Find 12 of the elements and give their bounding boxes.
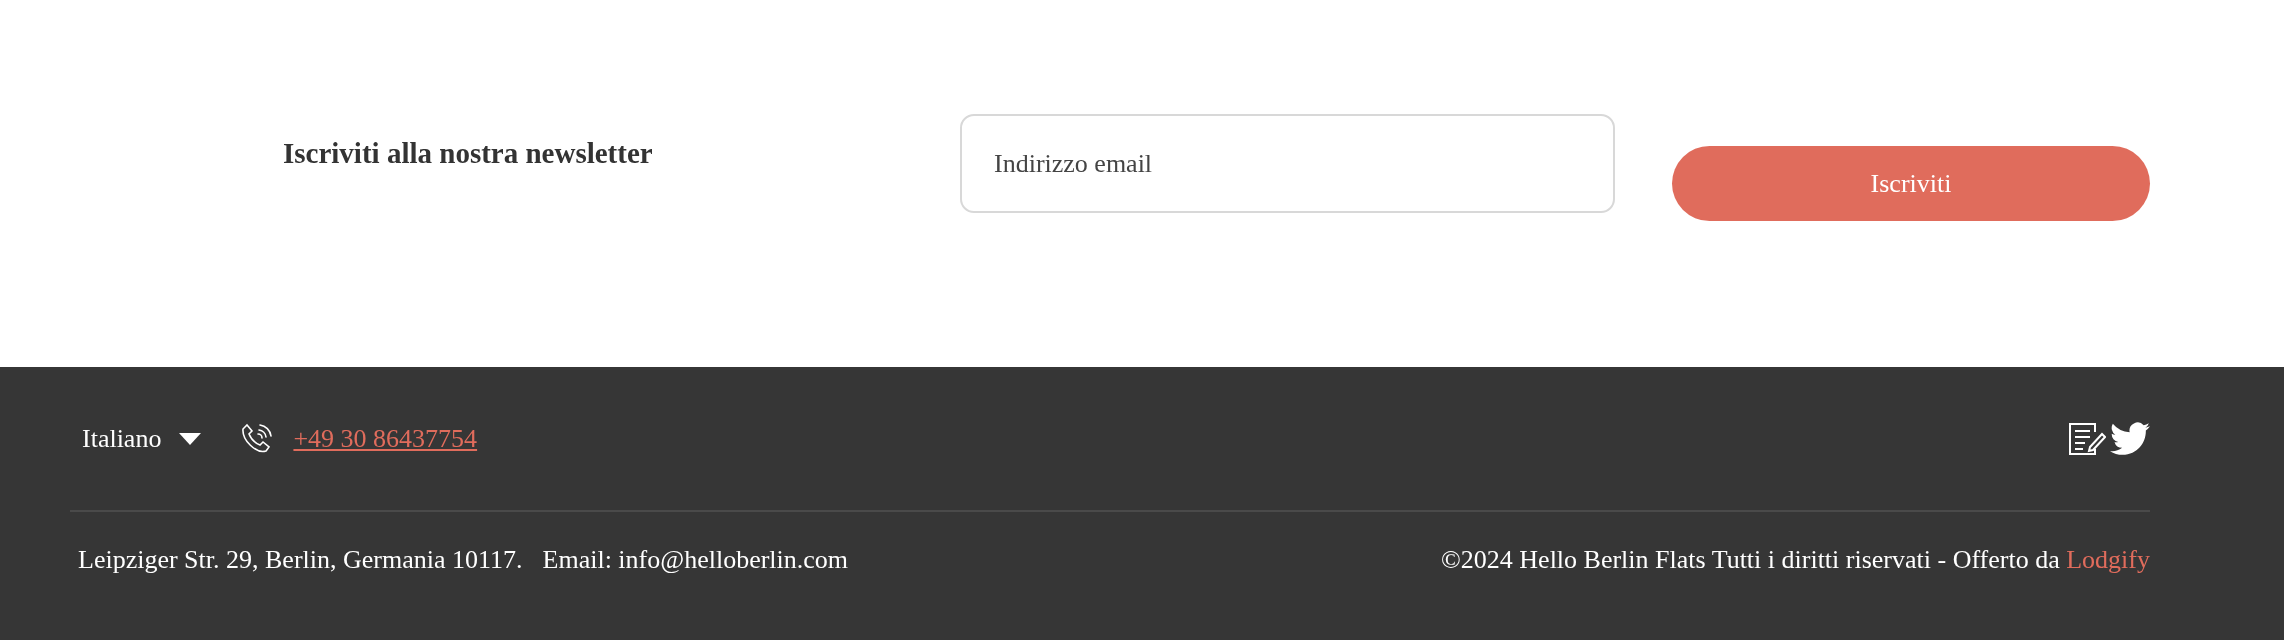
email-field[interactable]: Indirizzo email [960, 114, 1615, 213]
newsletter-title: Iscriviti alla nostra newsletter [283, 137, 654, 170]
phone-link[interactable]: +49 30 86437754 [293, 423, 478, 454]
language-selector[interactable]: Italiano [82, 423, 202, 454]
copyright-text: ©2024 Hello Berlin Flats Tutti i diritti riservati - Offerto da Lodgify [1441, 544, 2150, 575]
notepad-icon[interactable] [2068, 421, 2106, 456]
address-text: Leipziger Str. 29, Berlin, Germania 10117. [78, 544, 523, 575]
twitter-icon[interactable] [2110, 421, 2150, 456]
email-text: Email: info@helloberlin.com [542, 544, 849, 575]
caret-icon [179, 432, 202, 445]
subscribe-button[interactable]: Iscriviti [1672, 146, 2150, 221]
lodgify-link[interactable]: Lodgify [2066, 544, 2150, 574]
